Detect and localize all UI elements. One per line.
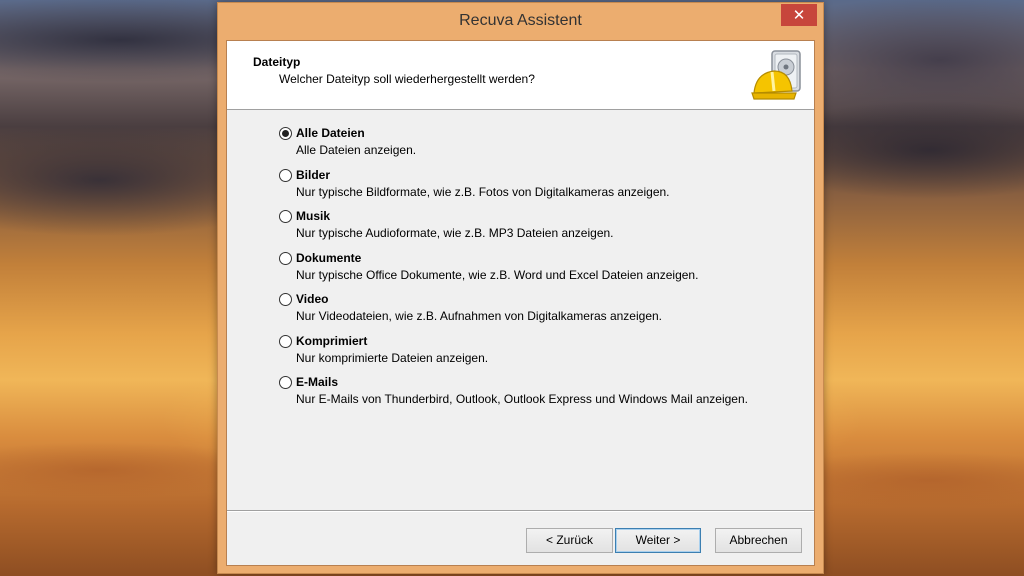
option-label: Komprimiert: [296, 333, 368, 348]
title-bar[interactable]: Recuva Assistent ✕: [218, 3, 823, 39]
window-title: Recuva Assistent: [459, 12, 582, 29]
back-button[interactable]: < Zurück: [526, 528, 613, 553]
footer-divider: [227, 510, 814, 512]
close-button[interactable]: ✕: [781, 4, 817, 26]
option-description: Nur typische Audioformate, wie z.B. MP3 …: [296, 226, 614, 240]
option-label: E-Mails: [296, 375, 339, 389]
wizard-header: Dateityp Welcher Dateityp soll wiederher…: [227, 41, 814, 110]
radio-button[interactable]: [279, 376, 292, 389]
recuva-wizard-window: Recuva Assistent ✕ Dateityp Welcher Date…: [217, 2, 824, 574]
option-label: Alle Dateien: [296, 126, 365, 140]
close-icon: ✕: [792, 6, 806, 24]
option-label: Video: [296, 292, 329, 306]
option-description: Alle Dateien anzeigen.: [296, 143, 417, 157]
cancel-button[interactable]: Abbrechen: [715, 528, 802, 553]
radio-button[interactable]: [279, 293, 292, 306]
radio-button-selected[interactable]: [279, 127, 292, 140]
page-subtitle: Welcher Dateityp soll wiederhergestellt …: [279, 72, 535, 86]
hard-drive-hardhat-icon: [751, 50, 801, 100]
option-label: Bilder: [296, 167, 331, 182]
wizard-client-area: Dateityp Welcher Dateityp soll wiederher…: [226, 40, 815, 566]
option-description: Nur typische Bildformate, wie z.B. Fotos…: [296, 184, 670, 199]
next-button[interactable]: Weiter >: [615, 528, 701, 553]
option-description: Nur typische Office Dokumente, wie z.B. …: [296, 267, 699, 282]
option-label: Musik: [296, 209, 331, 223]
option-label: Dokumente: [296, 250, 362, 265]
option-description: Nur komprimierte Dateien anzeigen.: [296, 350, 489, 365]
radio-button[interactable]: [279, 334, 292, 348]
radio-button[interactable]: [279, 168, 292, 182]
option-description: Nur Videodateien, wie z.B. Aufnahmen von…: [296, 309, 662, 323]
radio-button[interactable]: [279, 210, 292, 223]
option-description: Nur E-Mails von Thunderbird, Outlook, Ou…: [296, 392, 748, 406]
radio-button[interactable]: [279, 251, 292, 265]
page-title: Dateityp: [253, 55, 301, 69]
